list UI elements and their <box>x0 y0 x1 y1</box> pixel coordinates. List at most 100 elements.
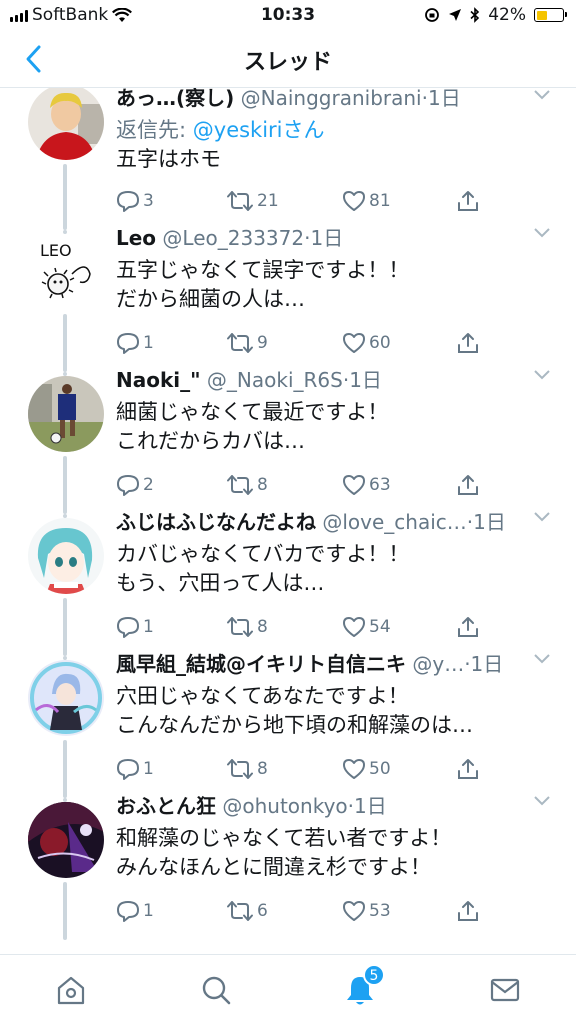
battery-percent: 42% <box>488 5 526 25</box>
navigation-bar: スレッド <box>0 30 576 88</box>
retweet-count: 9 <box>257 333 268 353</box>
chevron-down-icon[interactable] <box>532 652 552 666</box>
reply-button[interactable]: 1 <box>116 613 154 641</box>
tweet[interactable]: LEO Leo @Leo_233372·1日 五字じゃなくて誤字ですよ！！ だか… <box>0 226 576 372</box>
share-button[interactable] <box>456 329 480 357</box>
avatar[interactable]: LEO <box>28 234 104 310</box>
chevron-down-icon[interactable] <box>532 510 552 524</box>
retweet-button[interactable]: 8 <box>226 755 268 783</box>
share-button[interactable] <box>456 613 480 641</box>
tweet[interactable]: ふじはふじなんだよね @love_chaic…·1日 カバじゃなくてバカですよ！… <box>0 510 576 656</box>
avatar[interactable] <box>28 88 104 160</box>
user-handle[interactable]: @_Naoki_R6S <box>207 368 343 392</box>
tweet-header: Leo @Leo_233372·1日 <box>116 218 516 258</box>
tweet[interactable]: おふとん狂 @ohutonkyo·1日 和解藻のじゃなくて若い者ですよ！ みんな… <box>0 794 576 954</box>
tweet-text-line: こんなんだから地下頃の和解藻のは… <box>116 713 473 737</box>
display-name[interactable]: おふとん狂 <box>116 794 216 818</box>
tweet-header: Naoki_" @_Naoki_R6S·1日 <box>116 360 516 400</box>
reply-button[interactable]: 3 <box>116 187 154 215</box>
display-name[interactable]: あっ…(察し) <box>116 88 234 110</box>
reply-count: 1 <box>143 759 154 779</box>
thread-connector <box>63 598 67 656</box>
share-button[interactable] <box>456 897 480 925</box>
thread-list[interactable]: あっ…(察し) @Nainggranibrani·1日 返信先: @yeskir… <box>0 88 576 954</box>
tweet-timestamp: ·1日 <box>466 510 506 534</box>
retweet-icon <box>227 901 253 921</box>
tab-messages[interactable] <box>488 973 522 1007</box>
reply-count: 1 <box>143 901 154 921</box>
tab-notifications[interactable]: 5 <box>343 964 385 1007</box>
reply-button[interactable]: 2 <box>116 471 154 499</box>
heart-icon <box>343 191 365 211</box>
tab-search[interactable] <box>199 973 233 1007</box>
avatar[interactable] <box>28 802 104 878</box>
retweet-button[interactable]: 6 <box>226 897 268 925</box>
user-handle[interactable]: @Nainggranibrani <box>241 88 422 110</box>
tweet-text: 和解藻のじゃなくて若い者ですよ！ みんなほんとに間違え杉ですよ！ <box>116 824 536 882</box>
share-button[interactable] <box>456 187 480 215</box>
share-button[interactable] <box>456 755 480 783</box>
avatar-text: LEO <box>40 241 72 260</box>
share-icon <box>458 901 478 921</box>
like-button[interactable]: 54 <box>342 613 391 641</box>
reply-count: 3 <box>143 191 154 211</box>
orientation-lock-icon <box>425 8 440 22</box>
thread-connector <box>63 314 67 372</box>
avatar[interactable] <box>28 660 104 736</box>
display-name[interactable]: Leo <box>116 226 156 250</box>
like-button[interactable]: 81 <box>342 187 391 215</box>
tweet-text-line: みんなほんとに間違え杉ですよ！ <box>116 855 431 879</box>
like-button[interactable]: 53 <box>342 897 391 925</box>
tab-home[interactable] <box>54 973 88 1007</box>
user-handle[interactable]: @ohutonkyo <box>222 794 347 818</box>
thread-connector <box>63 740 67 798</box>
avatar[interactable] <box>28 518 104 594</box>
location-icon <box>449 9 462 21</box>
display-name[interactable]: Naoki_" <box>116 368 201 392</box>
reply-button[interactable]: 1 <box>116 755 154 783</box>
like-button[interactable]: 63 <box>342 471 391 499</box>
user-handle[interactable]: @love_chaic… <box>322 510 466 534</box>
share-icon <box>458 333 478 353</box>
retweet-icon <box>227 333 253 353</box>
tweet[interactable]: Naoki_" @_Naoki_R6S·1日 細菌じゃなくて最近ですよ！ これだ… <box>0 368 576 514</box>
user-handle[interactable]: @y… <box>412 652 464 676</box>
tweet-text-line: 細菌じゃなくて最近ですよ！ <box>116 400 389 424</box>
reply-button[interactable]: 1 <box>116 897 154 925</box>
tweet-header: おふとん狂 @ohutonkyo·1日 <box>116 786 516 826</box>
display-name[interactable]: ふじはふじなんだよね <box>116 510 316 534</box>
retweet-button[interactable]: 21 <box>226 187 279 215</box>
tab-bar: 5 <box>0 954 576 1024</box>
status-bar: SoftBank 10:33 42% <box>0 0 576 30</box>
bluetooth-icon <box>470 6 480 23</box>
like-button[interactable]: 50 <box>342 755 391 783</box>
display-name[interactable]: 風早組_結城@イキリト自信ニキ <box>116 652 406 676</box>
retweet-count: 8 <box>257 759 268 779</box>
retweet-button[interactable]: 8 <box>226 471 268 499</box>
reply-icon <box>117 759 139 780</box>
retweet-count: 8 <box>257 617 268 637</box>
reply-to-link[interactable]: @yeskiriさん <box>193 118 325 142</box>
reply-count: 1 <box>143 333 154 353</box>
chevron-down-icon[interactable] <box>532 794 552 808</box>
tweet[interactable]: あっ…(察し) @Nainggranibrani·1日 返信先: @yeskir… <box>0 88 576 230</box>
avatar[interactable] <box>28 376 104 452</box>
retweet-icon <box>227 617 253 637</box>
tweet-header: あっ…(察し) @Nainggranibrani·1日 <box>116 88 516 110</box>
search-icon <box>202 976 231 1005</box>
user-handle[interactable]: @Leo_233372 <box>162 226 304 250</box>
retweet-button[interactable]: 8 <box>226 613 268 641</box>
battery-icon <box>534 8 567 22</box>
reply-button[interactable]: 1 <box>116 329 154 357</box>
tweet-text-line: だから細菌の人は… <box>116 287 305 311</box>
tweet[interactable]: 風早組_結城@イキリト自信ニキ @y…·1日 穴田じゃなくてあなたですよ！ こん… <box>0 652 576 798</box>
like-count: 60 <box>369 333 391 353</box>
chevron-down-icon[interactable] <box>532 226 552 240</box>
like-button[interactable]: 60 <box>342 329 391 357</box>
tweet-text: 五字はホモ <box>116 145 536 174</box>
chevron-down-icon[interactable] <box>532 368 552 382</box>
share-button[interactable] <box>456 471 480 499</box>
chevron-down-icon[interactable] <box>532 88 552 102</box>
tweet-text-line: カバじゃなくてバカですよ！！ <box>116 542 410 566</box>
retweet-button[interactable]: 9 <box>226 329 268 357</box>
